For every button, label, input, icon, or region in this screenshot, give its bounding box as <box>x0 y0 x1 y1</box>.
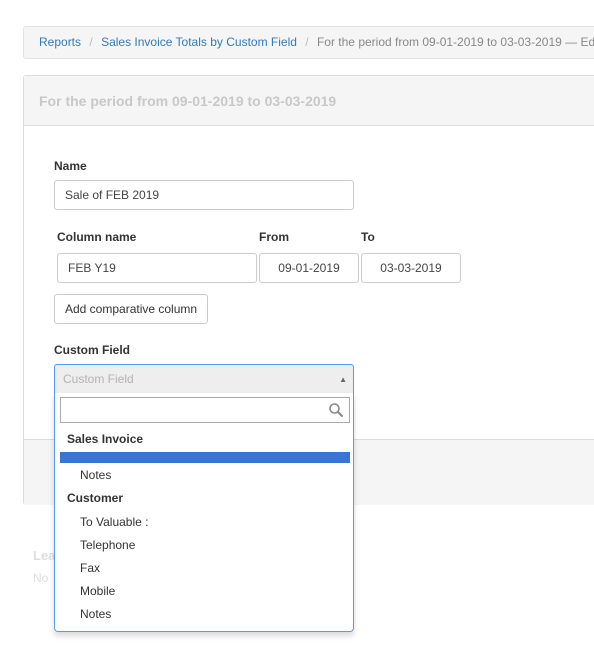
panel-title: For the period from 09-01-2019 to 03-03-… <box>24 76 594 126</box>
column-name-input[interactable]: FEB Y19 <box>57 253 257 283</box>
from-date-input[interactable]: 09-01-2019 <box>259 253 359 283</box>
custom-field-label: Custom Field <box>54 343 131 357</box>
search-icon <box>329 403 343 417</box>
chevron-up-icon: ▲ <box>339 375 347 384</box>
option-group-sales-invoice: Sales Invoice <box>67 432 144 446</box>
section-heading: Lea <box>33 548 56 563</box>
add-comparative-column-button[interactable]: Add comparative column <box>54 294 209 324</box>
breadcrumb-link-report-type[interactable]: Sales Invoice Totals by Custom Field <box>101 35 297 49</box>
breadcrumb-link-reports[interactable]: Reports <box>39 35 81 49</box>
option-group-customer: Customer <box>67 491 124 505</box>
name-label: Name <box>54 159 87 173</box>
dropdown-option-fax[interactable]: Fax <box>80 561 100 575</box>
custom-field-select[interactable]: Custom Field ▲ <box>54 364 354 394</box>
custom-field-placeholder: Custom Field <box>63 372 134 386</box>
breadcrumb-separator: / <box>89 35 93 49</box>
dropdown-option-to-valuable[interactable]: To Valuable : <box>80 515 149 529</box>
dropdown-option-customer-notes[interactable]: Notes <box>80 607 111 621</box>
dropdown-search-input[interactable] <box>60 397 350 423</box>
breadcrumb: Reports / Sales Invoice Totals by Custom… <box>23 26 594 59</box>
dropdown-option-highlighted[interactable] <box>60 452 350 463</box>
custom-field-dropdown: Sales Invoice Notes Customer To Valuable… <box>54 393 354 632</box>
name-input[interactable]: Sale of FEB 2019 <box>54 180 354 210</box>
to-label: To <box>361 230 375 244</box>
from-label: From <box>259 230 289 244</box>
breadcrumb-separator: / <box>305 35 309 49</box>
dropdown-option-telephone[interactable]: Telephone <box>80 538 135 552</box>
dropdown-option-notes[interactable]: Notes <box>80 468 111 482</box>
breadcrumb-current: For the period from 09-01-2019 to 03-03-… <box>316 35 594 49</box>
section-text: No <box>33 571 49 585</box>
dropdown-option-mobile[interactable]: Mobile <box>80 584 115 598</box>
to-date-input[interactable]: 03-03-2019 <box>361 253 461 283</box>
column-name-label: Column name <box>57 230 137 244</box>
